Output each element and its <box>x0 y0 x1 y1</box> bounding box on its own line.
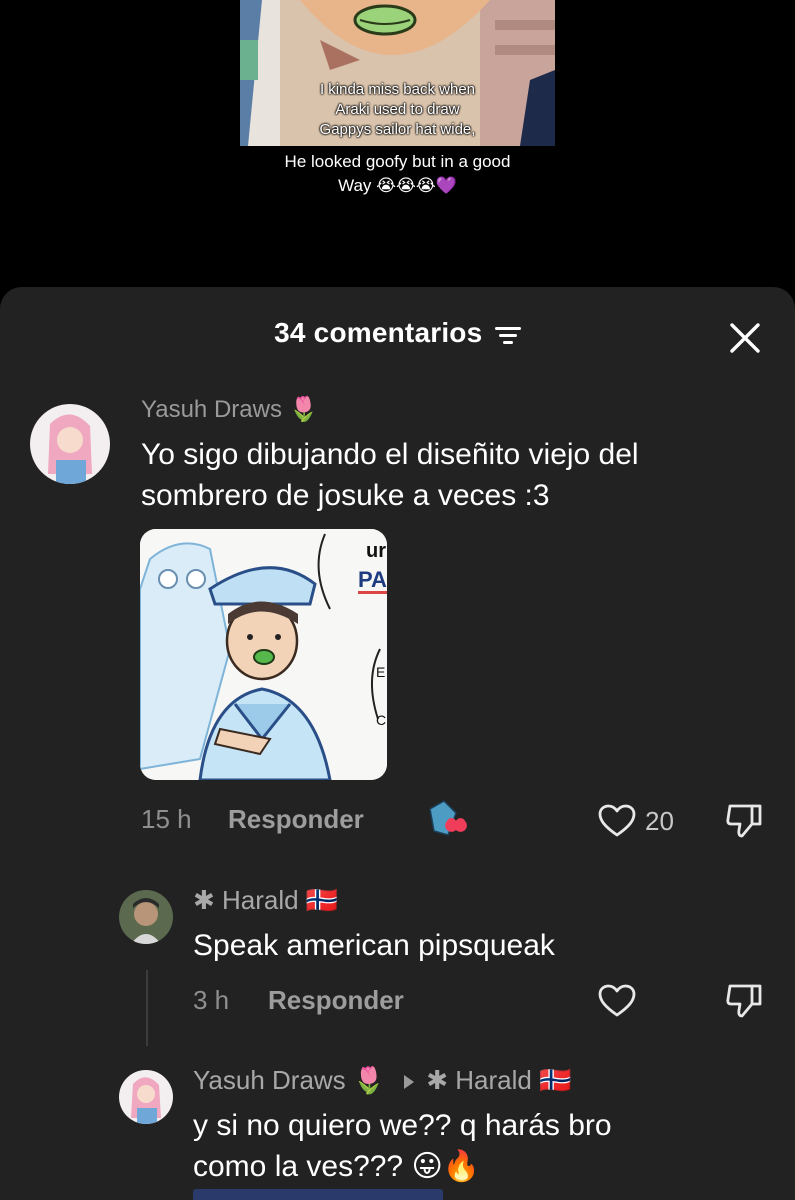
avatar[interactable] <box>30 404 110 484</box>
svg-text:PA: PA <box>358 567 387 592</box>
like-heart-icon[interactable] <box>598 984 636 1023</box>
video-caption-line: He looked goofy but in a good <box>284 152 511 171</box>
replied-to-author[interactable]: ✱ Harald 🇳🇴 <box>426 1065 571 1095</box>
comment-author[interactable]: ✱ Harald 🇳🇴 <box>193 885 338 916</box>
comment-timestamp: 15 h <box>141 804 192 834</box>
avatar[interactable] <box>119 1070 173 1124</box>
close-icon[interactable] <box>728 321 762 355</box>
like-heart-icon[interactable] <box>598 804 636 843</box>
reply-button[interactable]: Responder <box>268 985 404 1016</box>
dislike-icon[interactable] <box>724 802 764 845</box>
like-count: 20 <box>645 806 674 836</box>
comment-author[interactable]: Yasuh Draws 🌷 <box>141 395 319 424</box>
sort-filter-icon[interactable] <box>494 324 521 351</box>
avatar[interactable] <box>119 890 173 944</box>
comment-image[interactable]: ur PA E C <box>140 529 387 780</box>
comment-text: y si no quiero we?? q harás bro como la … <box>193 1105 773 1187</box>
reply-header: Yasuh Draws 🌷 ✱ Harald 🇳🇴 <box>193 1065 571 1096</box>
comments-count-title: 34 comentarios <box>274 317 483 348</box>
thumbnail-caption-line: I kinda miss back when <box>319 81 476 98</box>
svg-text:E: E <box>376 664 385 680</box>
video-caption-line: Way 😭😭😭💜 <box>338 176 457 195</box>
thread-line <box>146 970 148 1046</box>
thumbnail-caption-line: Gappys sailor hat wide, <box>319 121 476 138</box>
creator-liked-icon <box>426 799 470 839</box>
thumbnail-caption-line: Araki used to draw <box>335 101 460 118</box>
reply-button[interactable]: Responder <box>228 804 364 835</box>
comment-timestamp: 3 h <box>193 985 230 1015</box>
comments-sheet: 34 comentarios Yasuh Draws 🌷 Yo sigo dib… <box>0 287 795 1200</box>
comment-text: Yo sigo dibujando el diseñito viejo del … <box>141 438 639 512</box>
dislike-icon[interactable] <box>724 982 764 1025</box>
attached-image-top-edge <box>193 1189 443 1200</box>
video-area[interactable]: I kinda miss back when Araki used to dra… <box>0 0 795 290</box>
comment-text: Speak american pipsqueak <box>193 929 555 962</box>
sheet-header: 34 comentarios <box>0 317 795 351</box>
svg-text:C: C <box>376 712 386 728</box>
comment-text-line: como la ves??? 😛🔥 <box>193 1150 481 1183</box>
thumbnail-caption: I kinda miss back when Araki used to dra… <box>240 80 555 140</box>
video-caption: He looked goofy but in a good Way 😭😭😭💜 <box>240 150 555 198</box>
svg-text:ur: ur <box>366 540 386 562</box>
comment-author[interactable]: Yasuh Draws 🌷 <box>193 1065 385 1095</box>
reply-arrow-icon <box>403 1075 414 1094</box>
comment-text-line: y si no quiero we?? q harás bro <box>193 1109 612 1142</box>
